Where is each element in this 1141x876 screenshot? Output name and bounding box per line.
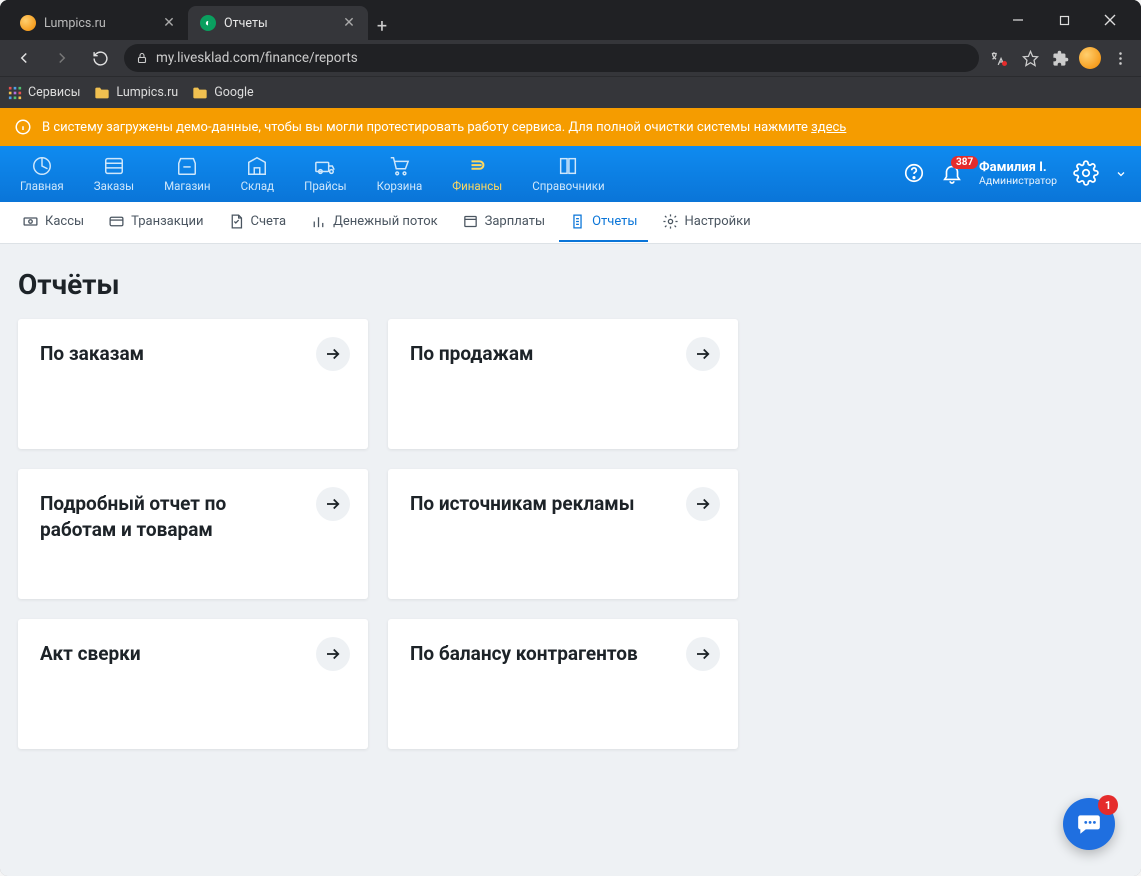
favicon-icon [20, 15, 36, 31]
arrow-right-icon [686, 637, 720, 671]
bookmark-lumpics[interactable]: Lumpics.ru [94, 85, 178, 100]
extensions-icon[interactable] [1049, 47, 1071, 69]
menu-icon[interactable] [1109, 47, 1131, 69]
nav-finance[interactable]: Финансы [446, 151, 508, 197]
help-button[interactable] [903, 162, 925, 187]
back-button[interactable] [10, 44, 38, 72]
sub-nav: Кассы Транзакции Счета Денежный поток За… [0, 202, 1141, 244]
card-title: По продажам [410, 341, 660, 367]
banner-link[interactable]: здесь [811, 120, 846, 135]
banner-text: В систему загружены демо-данные, чтобы в… [42, 120, 846, 135]
arrow-right-icon [316, 337, 350, 371]
chat-fab[interactable]: 1 [1063, 798, 1115, 850]
card-title: По заказам [40, 341, 290, 367]
maximize-button[interactable] [1041, 4, 1087, 36]
chat-badge: 1 [1098, 795, 1118, 815]
nav-home[interactable]: Главная [14, 151, 70, 197]
forward-button[interactable] [48, 44, 76, 72]
browser-window: Lumpics.ru ✕ ◐ Отчеты ✕ + my.livesklad.c… [0, 0, 1141, 876]
card-by-orders[interactable]: По заказам [18, 319, 368, 449]
apps-icon [8, 86, 22, 100]
lock-icon [136, 52, 148, 64]
arrow-right-icon [686, 487, 720, 521]
nav-prices[interactable]: Прайсы [298, 151, 353, 197]
arrow-right-icon [316, 637, 350, 671]
bookmark-google[interactable]: Google [192, 85, 253, 100]
close-button[interactable] [1087, 4, 1133, 36]
report-cards-grid: По заказам По продажам Подробный отчет п… [18, 319, 1123, 749]
subnav-reports[interactable]: Отчеты [559, 203, 647, 242]
close-icon[interactable]: ✕ [342, 16, 356, 30]
card-title: По балансу контрагентов [410, 641, 660, 667]
page-body: Отчёты По заказам По продажам Подробный … [0, 244, 1141, 876]
tab-reports[interactable]: ◐ Отчеты ✕ [188, 6, 368, 40]
folder-icon [192, 86, 208, 100]
bookmark-label: Lumpics.ru [116, 85, 178, 100]
chevron-down-icon [1115, 168, 1127, 180]
subnav-cashboxes[interactable]: Кассы [12, 203, 94, 242]
card-title: Акт сверки [40, 641, 290, 667]
nav-cart[interactable]: Корзина [371, 151, 429, 197]
card-by-sales[interactable]: По продажам [388, 319, 738, 449]
folder-icon [94, 86, 110, 100]
tab-title: Отчеты [224, 16, 268, 31]
bookmark-services[interactable]: Сервисы [8, 85, 80, 100]
tab-lumpics[interactable]: Lumpics.ru ✕ [8, 6, 188, 40]
tab-strip: Lumpics.ru ✕ ◐ Отчеты ✕ + [8, 0, 995, 40]
bookmark-label: Google [214, 85, 253, 100]
translate-icon[interactable] [989, 47, 1011, 69]
user-role: Администратор [979, 175, 1057, 187]
subnav-transactions[interactable]: Транзакции [98, 203, 213, 242]
bookmarks-bar: Сервисы Lumpics.ru Google [0, 76, 1141, 108]
close-icon[interactable]: ✕ [162, 16, 176, 30]
arrow-right-icon [686, 337, 720, 371]
profile-avatar[interactable] [1079, 47, 1101, 69]
url-input[interactable]: my.livesklad.com/finance/reports [124, 44, 979, 72]
url-text: my.livesklad.com/finance/reports [156, 50, 358, 66]
subnav-settings[interactable]: Настройки [652, 203, 761, 242]
user-name: Фамилия I. [979, 161, 1047, 176]
subnav-invoices[interactable]: Счета [218, 203, 297, 242]
tab-title: Lumpics.ru [44, 16, 106, 31]
reload-button[interactable] [86, 44, 114, 72]
card-ad-sources[interactable]: По источникам рекламы [388, 469, 738, 599]
nav-orders[interactable]: Заказы [88, 151, 140, 197]
new-tab-button[interactable]: + [368, 12, 396, 40]
notification-badge: 387 [951, 156, 978, 169]
card-title: По источникам рекламы [410, 491, 660, 517]
minimize-button[interactable] [995, 4, 1041, 36]
subnav-cashflow[interactable]: Денежный поток [300, 203, 448, 242]
notifications-button[interactable]: 387 [941, 162, 963, 187]
arrow-right-icon [316, 487, 350, 521]
user-menu[interactable]: Фамилия I. Администратор [979, 161, 1057, 188]
settings-button[interactable] [1073, 160, 1099, 189]
card-title: Подробный отчет по работам и товарам [40, 491, 290, 542]
page-content: В систему загружены демо-данные, чтобы в… [0, 108, 1141, 876]
info-icon [14, 118, 32, 136]
subnav-salaries[interactable]: Зарплаты [452, 203, 555, 242]
page-title: Отчёты [18, 268, 1123, 301]
card-counterparty-balance[interactable]: По балансу контрагентов [388, 619, 738, 749]
nav-shop[interactable]: Магазин [158, 151, 217, 197]
toolbar-right [989, 47, 1131, 69]
card-detailed-works-goods[interactable]: Подробный отчет по работам и товарам [18, 469, 368, 599]
demo-data-banner: В систему загружены демо-данные, чтобы в… [0, 108, 1141, 146]
star-icon[interactable] [1019, 47, 1041, 69]
card-reconciliation[interactable]: Акт сверки [18, 619, 368, 749]
bookmark-label: Сервисы [28, 85, 80, 100]
chat-icon [1076, 811, 1102, 837]
address-bar: my.livesklad.com/finance/reports [0, 40, 1141, 76]
main-nav: Главная Заказы Магазин Склад Прайсы Корз… [0, 146, 1141, 202]
titlebar: Lumpics.ru ✕ ◐ Отчеты ✕ + [0, 0, 1141, 40]
window-controls [995, 4, 1133, 36]
nav-warehouse[interactable]: Склад [235, 151, 281, 197]
nav-reference[interactable]: Справочники [526, 151, 610, 197]
favicon-icon: ◐ [200, 15, 216, 31]
